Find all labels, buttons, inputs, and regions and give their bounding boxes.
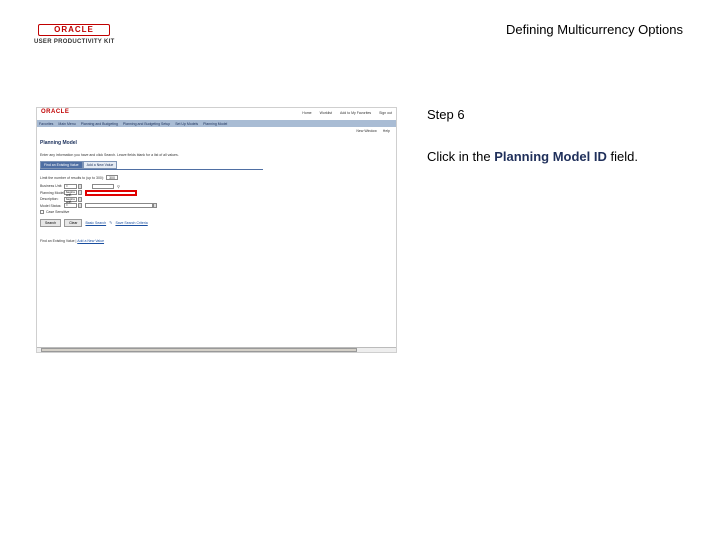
case-sensitive-row: Case Sensitive	[40, 209, 393, 214]
add-new-link[interactable]: Add a New Value	[77, 239, 104, 243]
upk-logo-oracle: ORACLE	[38, 24, 110, 36]
search-button[interactable]: Search	[40, 218, 62, 227]
page-title: Planning Model	[40, 140, 77, 146]
shot-oracle-logo: ORACLE	[41, 109, 70, 115]
description-operator-dropdown[interactable]	[78, 196, 82, 202]
shot-tools: New Window Help	[37, 127, 396, 134]
shot-link-signout[interactable]: Sign out	[379, 111, 392, 115]
page-instructions: Enter any information you have and click…	[40, 153, 179, 157]
instruction-suffix: field.	[606, 149, 638, 164]
field-row-planning-model-id: Planning Model ID: begins with	[40, 189, 393, 197]
lookup-icon[interactable]: ⚲	[117, 184, 120, 189]
model-status-select[interactable]	[85, 203, 153, 208]
business-unit-label: Business Unit:	[40, 184, 63, 188]
shot-breadcrumb: Favorites Main Menu Planning and Budgeti…	[37, 120, 396, 127]
shot-body: Planning Model Enter any information you…	[37, 134, 396, 247]
basic-search-link[interactable]: Basic Search	[85, 221, 106, 225]
case-sensitive-checkbox[interactable]	[40, 209, 44, 214]
shot-top-links: Home Worklist Add to My Favorites Sign o…	[302, 111, 392, 115]
shot-link-favorites[interactable]: Add to My Favorites	[340, 111, 371, 115]
shot-nav-item[interactable]: Main Menu	[58, 122, 75, 126]
shot-header: ORACLE Home Worklist Add to My Favorites…	[37, 108, 396, 120]
business-unit-operator[interactable]: =	[64, 183, 77, 189]
case-sensitive-label: Case Sensitive	[46, 209, 70, 214]
step-instruction: Click in the Planning Model ID field.	[427, 149, 638, 164]
instruction-prefix: Click in the	[427, 149, 495, 164]
model-status-operator-dropdown[interactable]	[78, 203, 82, 208]
upk-logo-subtitle: USER PRODUCTIVITY KIT	[34, 39, 115, 45]
field-row-description: Description: begins with	[40, 196, 393, 203]
business-unit-operator-dropdown[interactable]	[78, 183, 82, 189]
scrollbar-thumb[interactable]	[41, 348, 357, 352]
limit-input[interactable]: 300	[106, 175, 119, 180]
planning-model-id-input[interactable]	[85, 189, 137, 196]
shot-help-link[interactable]: Help	[383, 129, 390, 133]
find-existing-text[interactable]: Find an Existing Value	[40, 239, 75, 243]
shot-new-window-link[interactable]: New Window	[356, 129, 376, 133]
shot-link-worklist[interactable]: Worklist	[320, 111, 332, 115]
shot-nav-item[interactable]: Planning and Budgeting	[81, 122, 118, 126]
description-label: Description:	[40, 197, 59, 201]
planning-model-id-operator-dropdown[interactable]	[78, 190, 82, 195]
shot-nav-item[interactable]: Favorites	[39, 122, 53, 126]
bottom-links: Find an Existing Value | Add a New Value	[40, 238, 105, 243]
limit-label: Limit the number of results to (up to 30…	[40, 175, 105, 180]
shot-nav-item[interactable]: Set Up Models	[175, 122, 198, 126]
upk-logo: ORACLE USER PRODUCTIVITY KIT	[34, 24, 124, 48]
shot-nav-item[interactable]: Planning Model	[203, 122, 227, 126]
slide-title: Defining Multicurrency Options	[505, 22, 683, 37]
horizontal-scrollbar[interactable]	[37, 347, 396, 352]
business-unit-input[interactable]	[92, 183, 114, 189]
shot-nav-item[interactable]: Planning and Budgeting Setup	[123, 122, 170, 126]
planning-model-id-label: Planning Model ID:	[40, 190, 64, 195]
clear-button[interactable]: Clear	[64, 218, 83, 227]
planning-model-id-operator[interactable]: begins with	[64, 190, 77, 197]
tab-add-new[interactable]: Add a New Value	[82, 161, 118, 169]
embedded-screenshot: ORACLE Home Worklist Add to My Favorites…	[36, 107, 397, 353]
model-status-dropdown[interactable]	[153, 203, 157, 208]
model-status-label: Model Status:	[40, 203, 62, 208]
field-row-business-unit: Business Unit: = ⚲	[40, 183, 393, 189]
tab-divider	[40, 169, 263, 170]
search-tabs: Find an Existing Value Add a New Value	[40, 161, 393, 169]
shot-link-home[interactable]: Home	[302, 111, 311, 115]
field-row-model-status: Model Status: =	[40, 203, 393, 209]
save-search-criteria-link[interactable]: Save Search Criteria	[115, 221, 147, 225]
save-search-icon: ✎	[109, 220, 113, 225]
model-status-operator[interactable]: =	[64, 203, 77, 208]
description-operator[interactable]: begins with	[64, 196, 77, 203]
tab-find-existing[interactable]: Find an Existing Value	[40, 161, 83, 169]
search-buttons: Search Clear Basic Search ✎ Save Search …	[40, 218, 393, 227]
step-label: Step 6	[427, 107, 465, 122]
instruction-field-name: Planning Model ID	[494, 149, 607, 164]
limit-row: Limit the number of results to (up to 30…	[40, 175, 393, 180]
